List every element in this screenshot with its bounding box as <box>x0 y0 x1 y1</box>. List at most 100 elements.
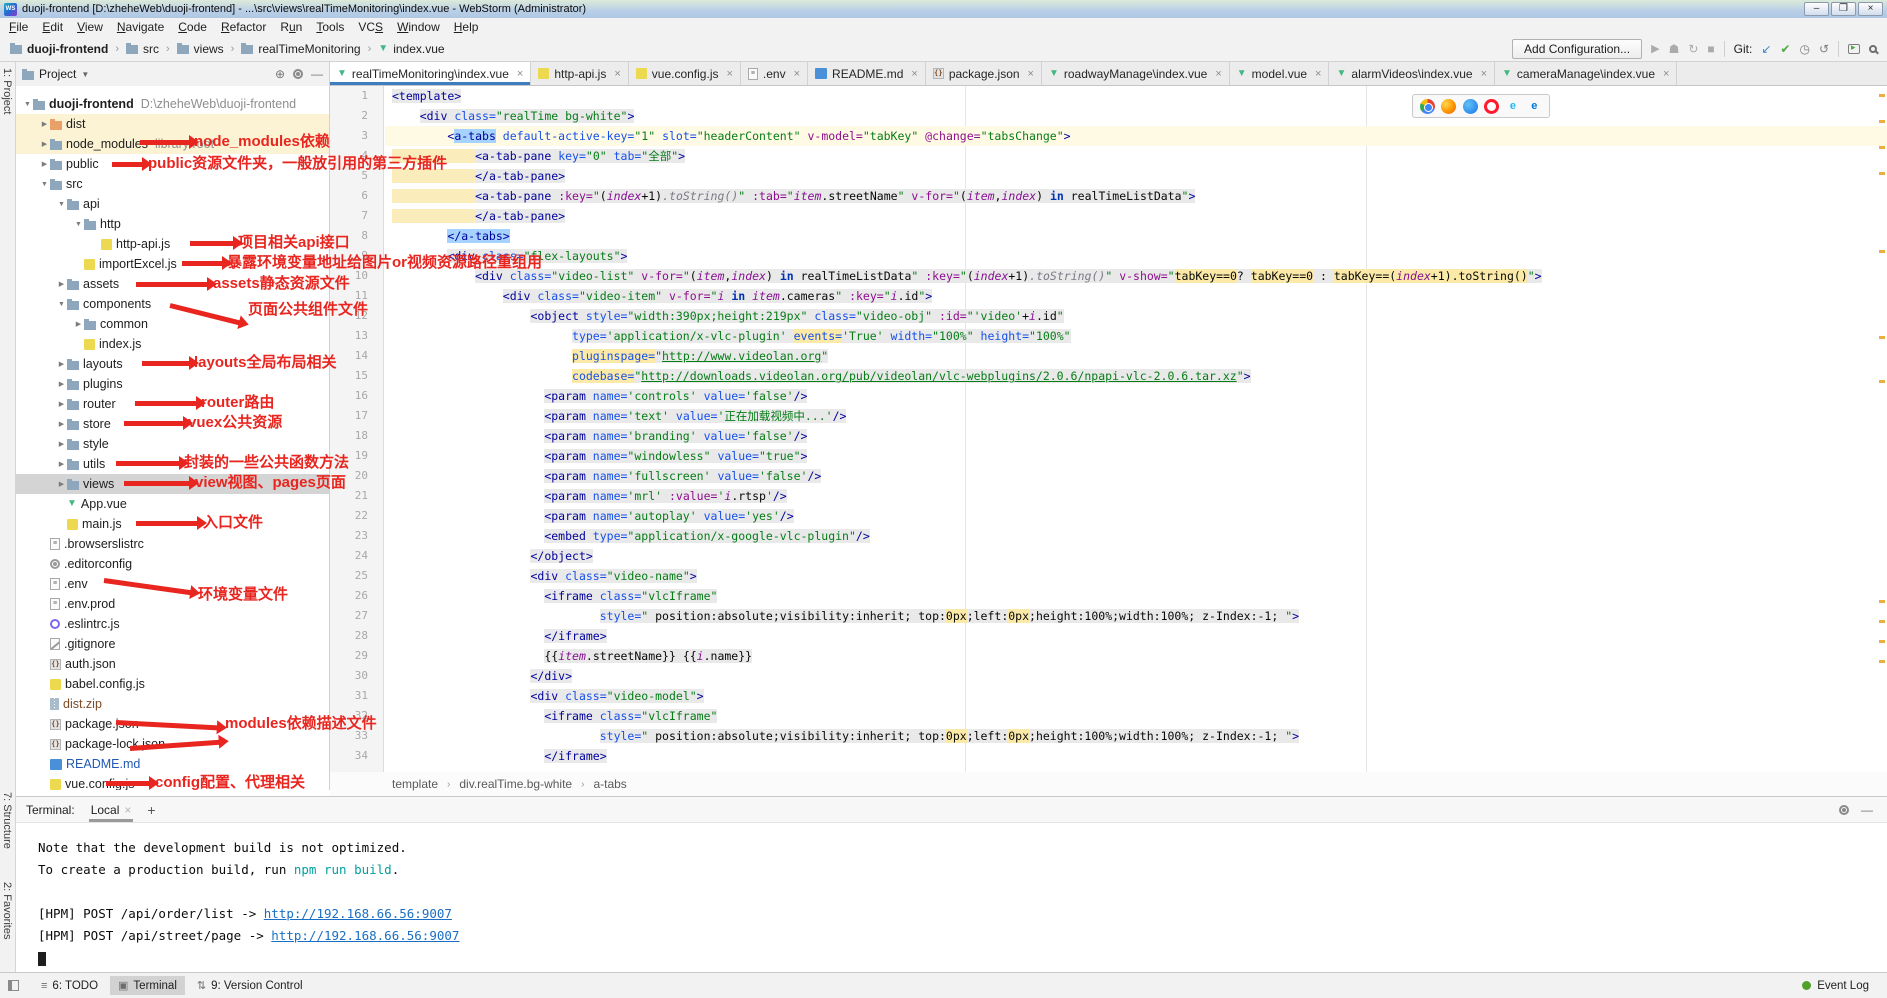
breadcrumb-item-src[interactable]: src <box>126 42 159 56</box>
tree-item-layouts[interactable]: ▶layouts <box>16 354 329 374</box>
git-update-icon[interactable]: ↙ <box>1761 42 1771 56</box>
safari-browser-icon[interactable] <box>1463 99 1478 114</box>
tree-toggle-icon[interactable]: ▼ <box>22 101 33 108</box>
editor-tab[interactable]: README.md× <box>808 62 926 85</box>
tree-item-assets[interactable]: ▶assets <box>16 274 329 294</box>
tree-toggle-icon[interactable]: ▼ <box>56 201 67 208</box>
stop-icon[interactable]: ■ <box>1707 42 1714 56</box>
tree-toggle-icon[interactable]: ▶ <box>56 400 67 408</box>
hide-panel-icon[interactable]: — <box>311 67 323 81</box>
tree-item-babel.config.js[interactable]: babel.config.js <box>16 674 329 694</box>
edge-browser-icon[interactable]: e <box>1527 99 1542 114</box>
code-editor[interactable]: 1<template>2 <div class="realTime bg-whi… <box>330 86 1887 772</box>
tree-item-.browserslistrc[interactable]: ≡.browserslistrc <box>16 534 329 554</box>
tree-toggle-icon[interactable]: ▼ <box>56 301 67 308</box>
project-panel-title[interactable]: Project <box>39 67 76 81</box>
editor-tab[interactable]: ≡.env× <box>741 62 808 85</box>
close-icon[interactable]: × <box>1663 68 1669 80</box>
tree-item-api[interactable]: ▼api <box>16 194 329 214</box>
menu-tools[interactable]: Tools <box>309 19 351 35</box>
code-line[interactable]: 16 <param name='controls' value='false'/… <box>330 386 1887 406</box>
editor-tab[interactable]: ▼roadwayManage\index.vue× <box>1042 62 1230 85</box>
tree-item-.env[interactable]: ≡.env <box>16 574 329 594</box>
tree-item-package-lock.json[interactable]: {}package-lock.json <box>16 734 329 754</box>
code-line[interactable]: 10 <div class="video-list" v-for="(item,… <box>330 266 1887 286</box>
tree-toggle-icon[interactable]: ▶ <box>56 360 67 368</box>
code-line[interactable]: 34 </iframe> <box>330 746 1887 766</box>
close-icon[interactable]: × <box>1315 68 1321 80</box>
menu-edit[interactable]: Edit <box>35 19 70 35</box>
tree-toggle-icon[interactable]: ▶ <box>56 280 67 288</box>
editor-tab[interactable]: http-api.js× <box>531 62 628 85</box>
code-line[interactable]: 19 <param name="windowless" value="true"… <box>330 446 1887 466</box>
editor-tab[interactable]: ▼alarmVideos\index.vue× <box>1329 62 1495 85</box>
breadcrumb-item-realTimeMonitoring[interactable]: realTimeMonitoring <box>241 42 360 56</box>
debug-icon[interactable]: ☗ <box>1669 42 1680 56</box>
editor-breadcrumb-item[interactable]: a-tabs <box>593 777 626 791</box>
tree-item-node_modules[interactable]: ▶node_moduleslibrary root <box>16 134 329 154</box>
tool-stripe-project[interactable]: 1: Project <box>1 68 13 114</box>
code-line[interactable]: 6 <a-tab-pane :key="(index+1).toString()… <box>330 186 1887 206</box>
code-line[interactable]: 1<template> <box>330 86 1887 106</box>
gear-icon[interactable] <box>293 69 303 79</box>
breadcrumb-item-duoji-frontend[interactable]: duoji-frontend <box>10 42 108 56</box>
search-everywhere-icon[interactable] <box>1869 45 1877 53</box>
run-icon[interactable]: ▶ <box>1651 42 1659 55</box>
code-line[interactable]: 23 <embed type="application/x-google-vlc… <box>330 526 1887 546</box>
tree-item-.env.prod[interactable]: ≡.env.prod <box>16 594 329 614</box>
terminal-output[interactable]: Note that the development build is not o… <box>16 823 1887 969</box>
tool-stripe-structure[interactable]: 7: Structure <box>1 792 13 849</box>
tree-toggle-icon[interactable]: ▶ <box>56 480 67 488</box>
tool-window-switcher-icon[interactable] <box>8 980 19 991</box>
code-line[interactable]: 20 <param name='fullscreen' value='false… <box>330 466 1887 486</box>
terminal-link[interactable]: http://192.168.66.56:9007 <box>271 928 459 943</box>
tree-item-package.json[interactable]: {}package.json <box>16 714 329 734</box>
close-button[interactable]: × <box>1858 2 1883 16</box>
breadcrumb-item-index.vue[interactable]: ▼index.vue <box>378 42 444 56</box>
code-line[interactable]: 24 </object> <box>330 546 1887 566</box>
menu-file[interactable]: File <box>2 19 35 35</box>
firefox-browser-icon[interactable] <box>1441 99 1456 114</box>
editor-tab[interactable]: {}package.json× <box>926 62 1042 85</box>
code-line[interactable]: 26 <iframe class="vlcIframe" <box>330 586 1887 606</box>
tree-item-index.js[interactable]: index.js <box>16 334 329 354</box>
code-line[interactable]: 25 <div class="video-name"> <box>330 566 1887 586</box>
menu-navigate[interactable]: Navigate <box>110 19 171 35</box>
tree-toggle-icon[interactable]: ▶ <box>39 140 50 148</box>
tree-toggle-icon[interactable]: ▶ <box>56 460 67 468</box>
code-line[interactable]: 30 </div> <box>330 666 1887 686</box>
tree-item-.eslintrc.js[interactable]: .eslintrc.js <box>16 614 329 634</box>
close-icon[interactable]: × <box>911 68 917 80</box>
tree-item-.editorconfig[interactable]: .editorconfig <box>16 554 329 574</box>
tree-item-views[interactable]: ▶views <box>16 474 329 494</box>
editor-tab[interactable]: ▼cameraManage\index.vue× <box>1495 62 1677 85</box>
code-line[interactable]: 8 </a-tabs> <box>330 226 1887 246</box>
tree-item-public[interactable]: ▶public <box>16 154 329 174</box>
git-history-icon[interactable]: ◷ <box>1799 42 1809 56</box>
opera-browser-icon[interactable] <box>1484 99 1499 114</box>
ie-browser-icon[interactable]: e <box>1505 99 1520 114</box>
code-line[interactable]: 29 {{item.streetName}} {{i.name}} <box>330 646 1887 666</box>
menu-vcs[interactable]: VCS <box>351 19 390 35</box>
code-line[interactable]: 12 <object style="width:390px;height:219… <box>330 306 1887 326</box>
statusbar----todo[interactable]: ≡6: TODO <box>33 977 106 995</box>
editor-tab[interactable]: vue.config.js× <box>629 62 741 85</box>
tree-item-plugins[interactable]: ▶plugins <box>16 374 329 394</box>
close-icon[interactable]: × <box>517 68 523 80</box>
code-line[interactable]: 31 <div class="video-model"> <box>330 686 1887 706</box>
code-line[interactable]: 17 <param name='text' value='正在加载视频中...'… <box>330 406 1887 426</box>
tree-item-App.vue[interactable]: ▼App.vue <box>16 494 329 514</box>
close-icon[interactable]: × <box>726 68 732 80</box>
menu-refactor[interactable]: Refactor <box>214 19 273 35</box>
tree-toggle-icon[interactable]: ▼ <box>39 181 50 188</box>
tree-item-README.md[interactable]: README.md <box>16 754 329 774</box>
tree-item-.gitignore[interactable]: .gitignore <box>16 634 329 654</box>
tree-toggle-icon[interactable]: ▶ <box>56 380 67 388</box>
tree-toggle-icon[interactable]: ▶ <box>73 320 84 328</box>
tree-item-vue.config.js[interactable]: vue.config.js <box>16 774 329 790</box>
statusbar----version-control[interactable]: ⇅9: Version Control <box>189 976 311 995</box>
tree-item-dist[interactable]: ▶dist <box>16 114 329 134</box>
code-line[interactable]: 21 <param name='mrl' :value='i.rtsp'/> <box>330 486 1887 506</box>
editor-tab[interactable]: ▼model.vue× <box>1230 62 1330 85</box>
maximize-button[interactable]: ❐ <box>1831 2 1856 16</box>
